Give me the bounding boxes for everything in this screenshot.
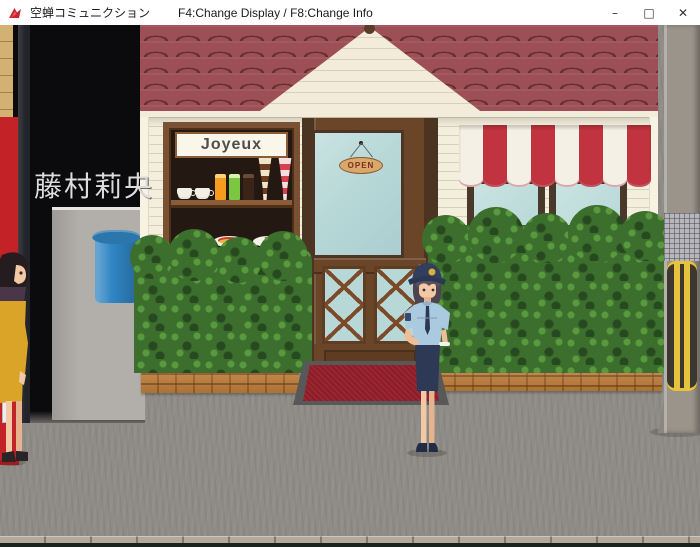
trash-can-lid [92, 230, 141, 244]
maximize-button[interactable]: □ [632, 0, 666, 25]
bush-foliage [620, 211, 670, 261]
open-sign-text: OPEN [348, 161, 375, 170]
door-lattice-left [322, 266, 366, 344]
melon-soda [229, 174, 240, 200]
left-brick-wall [0, 25, 13, 117]
awning-scallop [507, 173, 531, 187]
cafe-sign-text: Joyeux [201, 136, 262, 154]
awning-scallop [555, 173, 579, 187]
pole-mesh-band [664, 213, 700, 261]
awning [459, 125, 651, 173]
sign-string [361, 143, 373, 158]
close-button[interactable]: ✕ [666, 0, 700, 25]
character-name-overlay: 藤村莉央 [34, 165, 154, 205]
awning-scallop [603, 173, 627, 187]
maximize-icon: □ [643, 6, 654, 20]
street-curb [0, 536, 700, 543]
pole-striped-guard [667, 261, 697, 391]
bush-foliage [216, 237, 262, 283]
awning-scallop [531, 173, 555, 187]
awning-scallop [459, 173, 483, 187]
awning-scallop [483, 173, 507, 187]
bush-left [134, 247, 312, 373]
awning-scallop [579, 173, 603, 187]
game-window: 空蝉コミュニクション F4:Change Display / F8:Change… [0, 0, 700, 547]
coffee-cup [177, 188, 192, 197]
awning-scallop [627, 173, 651, 187]
bush-foliage [258, 231, 308, 281]
door-window: OPEN [312, 130, 404, 258]
game-viewport[interactable]: Joyeux OPEN [0, 25, 700, 547]
strawberry-parfait [277, 158, 293, 200]
iced-coffee [243, 174, 254, 200]
titlebar-hotkeys: F4:Change Display / F8:Change Info [178, 6, 373, 20]
bush-foliage [468, 207, 524, 263]
bush-foliage [522, 213, 572, 263]
orange-juice [215, 174, 226, 200]
npc-policewoman[interactable] [394, 255, 460, 457]
street-gutter [0, 543, 700, 547]
open-sign: OPEN [339, 157, 383, 174]
sign-string [350, 143, 362, 158]
bush-right [428, 225, 668, 373]
window-title: 空蝉コミュニクション [30, 4, 150, 21]
app-icon [8, 6, 22, 20]
title-bar: 空蝉コミュニクション F4:Change Display / F8:Change… [0, 0, 700, 25]
npc-yellow-dress-woman[interactable] [0, 251, 34, 467]
awning-scallops [459, 173, 651, 187]
minimize-icon: – [612, 6, 618, 20]
bush-foliage [568, 205, 626, 263]
coffee-cup [195, 188, 210, 197]
utility-pole [664, 25, 700, 433]
cafe-sign: Joyeux [175, 132, 288, 158]
close-icon: ✕ [678, 6, 688, 20]
minimize-button[interactable]: – [598, 0, 632, 25]
chocolate-parfait [257, 158, 273, 200]
shelf-board [171, 200, 292, 208]
bush-foliage [168, 229, 220, 281]
